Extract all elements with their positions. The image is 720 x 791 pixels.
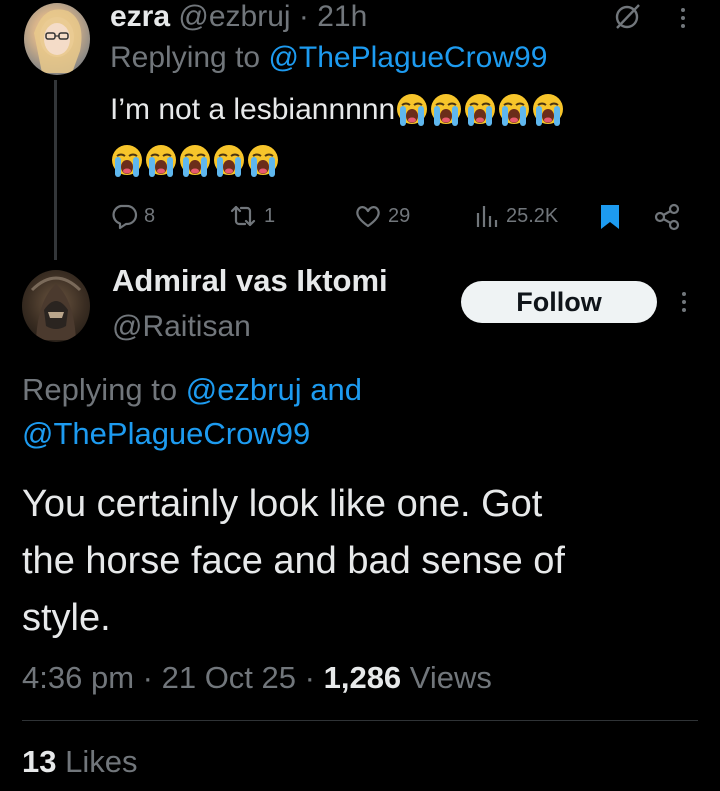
loudly-crying-face-icon xyxy=(465,94,496,126)
loudly-crying-face-icon xyxy=(180,145,210,177)
repost-icon xyxy=(230,205,256,227)
like-count: 29 xyxy=(388,204,411,227)
author-name-2[interactable]: Admiral vas Iktomi xyxy=(112,263,388,299)
views-label: Views xyxy=(409,660,492,695)
bookmark-icon xyxy=(601,205,619,229)
views-button[interactable]: 25.2K xyxy=(474,202,558,230)
post-date[interactable]: 21 Oct 25 xyxy=(162,660,296,695)
reply-button[interactable]: 8 xyxy=(110,202,155,230)
separator: · xyxy=(142,660,153,695)
separator: · xyxy=(298,0,309,33)
likes-label: Likes xyxy=(65,744,138,779)
replying-handle-link-2[interactable]: @ThePlagueCrow99 xyxy=(22,416,310,451)
tweet1-header: ezra @ezbruj · 21h xyxy=(110,0,367,34)
bookmark-button[interactable] xyxy=(598,203,622,236)
tweet1-text: I’m not a lesbiannnnn xyxy=(110,92,565,128)
reply-icon xyxy=(112,204,138,230)
author-handle[interactable]: @ezbruj xyxy=(178,0,290,33)
replying-and[interactable]: and xyxy=(310,372,362,407)
tweet2-text: You certainly look like one. Got the hor… xyxy=(22,476,565,647)
avatar-ezra[interactable] xyxy=(24,3,90,75)
loudly-crying-face-icon xyxy=(214,145,244,177)
post-time[interactable]: 4:36 pm xyxy=(22,660,134,695)
divider xyxy=(22,720,698,721)
tweet-text-line: You certainly look like one. Got xyxy=(22,483,543,525)
follow-button[interactable]: Follow xyxy=(461,281,657,323)
views-count: 1,286 xyxy=(323,660,402,695)
tweet-meta: 4:36 pm · 21 Oct 25 · 1,286 Views xyxy=(22,660,492,696)
share-icon xyxy=(654,203,680,231)
timestamp[interactable]: 21h xyxy=(317,0,367,33)
loudly-crying-face-icon xyxy=(499,94,530,126)
replying-prefix: Replying to xyxy=(110,41,261,74)
tweet-text-line: the horse face and bad sense of xyxy=(22,540,565,582)
avatar-image xyxy=(34,9,82,74)
loudly-crying-face-icon xyxy=(431,94,462,126)
likes-count: 13 xyxy=(22,744,57,779)
reply-count: 8 xyxy=(144,204,156,227)
replying-to: Replying to @ThePlagueCrow99 xyxy=(110,41,547,75)
author-handle-2[interactable]: @Raitisan xyxy=(112,310,251,344)
like-button[interactable]: 29 xyxy=(354,202,410,230)
more-options-icon[interactable] xyxy=(681,8,685,28)
thread-line xyxy=(54,80,57,260)
emoji-row-1 xyxy=(395,92,565,128)
repost-count: 1 xyxy=(264,204,276,227)
repost-button[interactable]: 1 xyxy=(228,202,275,230)
emoji-row-2 xyxy=(110,143,280,179)
share-button[interactable] xyxy=(652,202,682,237)
heart-icon xyxy=(356,206,380,228)
loudly-crying-face-icon xyxy=(112,145,142,177)
tweet-text-line: style. xyxy=(22,597,111,639)
avatar-raitisan[interactable] xyxy=(22,270,90,342)
loudly-crying-face-icon xyxy=(533,94,564,126)
separator: · xyxy=(304,660,315,695)
more-options-icon-2[interactable] xyxy=(682,292,686,312)
replying-handle-link-1[interactable]: @ezbruj xyxy=(186,372,302,407)
author-name[interactable]: ezra xyxy=(110,0,170,33)
loudly-crying-face-icon xyxy=(248,145,278,177)
avatar-image xyxy=(30,276,82,340)
replying-to-2: Replying to @ezbruj and @ThePlagueCrow99 xyxy=(22,368,622,456)
likes-summary[interactable]: 13 Likes xyxy=(22,744,137,780)
tweet-text: I’m not a lesbiannnnn xyxy=(110,93,396,126)
grok-icon[interactable] xyxy=(612,2,642,37)
loudly-crying-face-icon xyxy=(397,94,428,126)
replying-handle-link[interactable]: @ThePlagueCrow99 xyxy=(268,41,547,74)
replying-prefix: Replying to xyxy=(22,372,178,407)
view-count: 25.2K xyxy=(506,204,559,227)
loudly-crying-face-icon xyxy=(146,145,176,177)
analytics-icon xyxy=(476,206,498,227)
